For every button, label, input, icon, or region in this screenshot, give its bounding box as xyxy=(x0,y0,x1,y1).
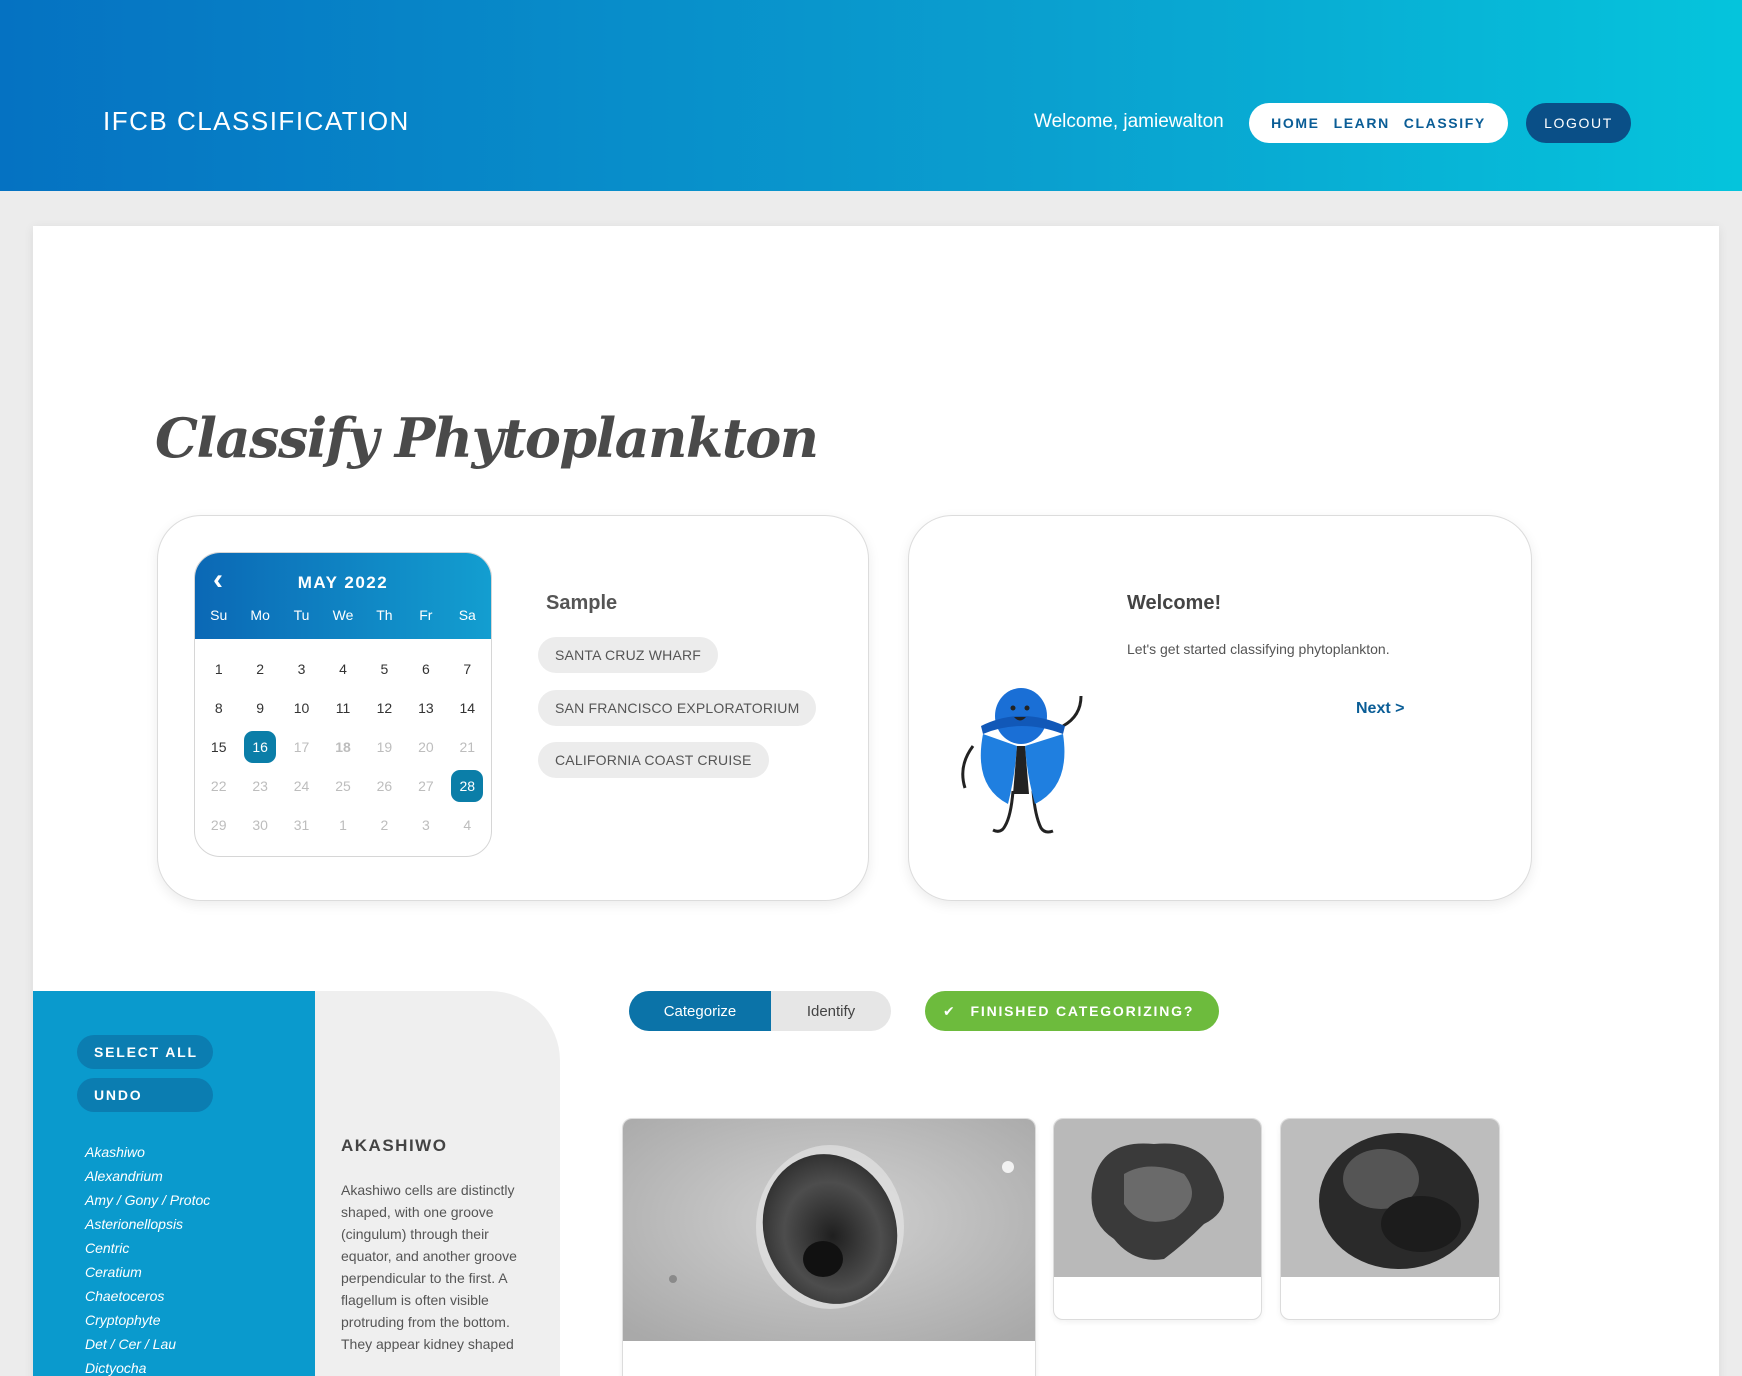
welcome-user-text: Welcome, jamiewalton xyxy=(1034,111,1224,132)
taxon-description-panel: AKASHIWO Akashiwo cells are distinctly s… xyxy=(315,991,560,1376)
calendar-day[interactable]: 7 xyxy=(447,653,488,685)
plankton-image xyxy=(1054,1119,1261,1277)
nav-learn[interactable]: LEARN xyxy=(1334,115,1390,131)
taxa-list: Akashiwo Alexandrium Amy / Gony / Protoc… xyxy=(85,1141,210,1376)
calendar-day[interactable]: 31 xyxy=(281,809,322,841)
sample-picker-panel: ‹ MAY 2022 Su Mo Tu We Th Fr Sa 12345678… xyxy=(157,515,869,901)
selected-day: 16 xyxy=(244,731,277,763)
weekday-label: Sa xyxy=(458,607,476,623)
nav-home[interactable]: HOME xyxy=(1271,115,1319,131)
calendar-day[interactable]: 9 xyxy=(239,692,280,724)
calendar: ‹ MAY 2022 Su Mo Tu We Th Fr Sa 12345678… xyxy=(194,552,492,857)
calendar-day[interactable]: 2 xyxy=(239,653,280,685)
weekday-label: Th xyxy=(376,607,393,623)
calendar-day[interactable]: 4 xyxy=(322,653,363,685)
selected-day: 28 xyxy=(451,770,484,802)
finished-categorizing-button[interactable]: ✔ FINISHED CATEGORIZING? xyxy=(925,991,1219,1031)
calendar-day[interactable]: 1 xyxy=(322,809,363,841)
calendar-day[interactable]: 22 xyxy=(198,770,239,802)
plankton-image xyxy=(1281,1119,1499,1277)
plankton-image-tile[interactable] xyxy=(1280,1118,1500,1320)
calendar-day[interactable]: 4 xyxy=(447,809,488,841)
taxa-item[interactable]: Asterionellopsis xyxy=(85,1213,210,1237)
main-content: Classify Phytoplankton ‹ MAY 2022 Su Mo … xyxy=(33,226,1719,1376)
plankton-mascot-illustration xyxy=(961,688,1083,834)
taxa-item[interactable]: Dictyocha xyxy=(85,1357,210,1376)
calendar-day[interactable]: 13 xyxy=(405,692,446,724)
calendar-day[interactable]: 14 xyxy=(447,692,488,724)
welcome-title: Welcome! xyxy=(1127,592,1222,614)
calendar-day[interactable]: 3 xyxy=(405,809,446,841)
calendar-day[interactable]: 8 xyxy=(198,692,239,724)
plankton-image-tile[interactable] xyxy=(622,1118,1036,1376)
calendar-days: 1 2 3 4 5 6 7 8 9 10 11 12 13 14 15 16 17 18 19 20 21 22 23 24 2… xyxy=(195,653,491,841)
calendar-day[interactable]: 18 xyxy=(322,731,363,763)
taxa-item[interactable]: Amy / Gony / Protoc xyxy=(85,1189,210,1213)
calendar-day[interactable]: 21 xyxy=(447,731,488,763)
categorize-tab[interactable]: Categorize xyxy=(629,991,771,1031)
taxa-item[interactable]: Det / Cer / Lau xyxy=(85,1333,210,1357)
plankton-image-tile[interactable] xyxy=(1053,1118,1262,1320)
check-icon: ✔ xyxy=(943,1002,957,1019)
calendar-day[interactable]: 3 xyxy=(281,653,322,685)
calendar-day[interactable]: 11 xyxy=(322,692,363,724)
calendar-day[interactable]: 19 xyxy=(364,731,405,763)
sample-option-santa-cruz-wharf[interactable]: SANTA CRUZ WHARF xyxy=(538,637,719,673)
taxon-description: Akashiwo cells are distinctly shaped, wi… xyxy=(341,1182,517,1352)
taxon-title: AKASHIWO xyxy=(341,1136,448,1155)
next-link[interactable]: Next > xyxy=(1356,700,1404,718)
main-nav: HOME LEARN CLASSIFY xyxy=(1249,103,1508,143)
plankton-image xyxy=(623,1119,1035,1341)
page-title: Classify Phytoplankton xyxy=(155,406,819,470)
taxa-item[interactable]: Centric xyxy=(85,1237,210,1261)
sample-title: Sample xyxy=(546,592,618,614)
calendar-day[interactable]: 25 xyxy=(322,770,363,802)
sample-option-california-coast-cruise[interactable]: CALIFORNIA COAST CRUISE xyxy=(538,742,769,778)
undo-button[interactable]: UNDO xyxy=(77,1078,213,1112)
sample-option-sf-exploratorium[interactable]: SAN FRANCISCO EXPLORATORIUM xyxy=(538,690,817,726)
calendar-day[interactable]: 5 xyxy=(364,653,405,685)
taxa-item[interactable]: Alexandrium xyxy=(85,1165,210,1189)
calendar-day[interactable]: 28 xyxy=(447,770,488,802)
calendar-day[interactable]: 2 xyxy=(364,809,405,841)
logout-button[interactable]: LOGOUT xyxy=(1526,103,1631,143)
finished-label: FINISHED CATEGORIZING? xyxy=(970,1003,1195,1019)
taxa-item[interactable]: Chaetoceros xyxy=(85,1285,210,1309)
calendar-day[interactable]: 27 xyxy=(405,770,446,802)
taxa-item[interactable]: Ceratium xyxy=(85,1261,210,1285)
calendar-day[interactable]: 24 xyxy=(281,770,322,802)
identify-tab[interactable]: Identify xyxy=(771,991,891,1031)
calendar-month: MAY 2022 xyxy=(297,573,389,592)
select-all-button[interactable]: SELECT ALL xyxy=(77,1035,213,1069)
weekday-label: Tu xyxy=(293,607,310,623)
calendar-day[interactable]: 26 xyxy=(364,770,405,802)
calendar-day[interactable]: 17 xyxy=(281,731,322,763)
weekday-label: Fr xyxy=(419,607,433,623)
calendar-weekdays: Su Mo Tu We Th Fr Sa xyxy=(195,607,491,623)
calendar-day[interactable]: 10 xyxy=(281,692,322,724)
taxa-item[interactable]: Akashiwo xyxy=(85,1141,210,1165)
app-brand[interactable]: IFCB CLASSIFICATION xyxy=(103,106,410,137)
calendar-day[interactable]: 20 xyxy=(405,731,446,763)
calendar-day[interactable]: 29 xyxy=(198,809,239,841)
welcome-panel: Welcome! Let's get started classifying p… xyxy=(908,515,1532,901)
calendar-day[interactable]: 6 xyxy=(405,653,446,685)
weekday-label: Mo xyxy=(250,607,270,623)
calendar-day[interactable]: 23 xyxy=(239,770,280,802)
weekday-label: Su xyxy=(210,607,228,623)
calendar-day[interactable]: 1 xyxy=(198,653,239,685)
mode-toggle: Categorize Identify xyxy=(629,991,891,1031)
calendar-day[interactable]: 12 xyxy=(364,692,405,724)
weekday-label: We xyxy=(332,607,354,623)
calendar-day[interactable]: 15 xyxy=(198,731,239,763)
nav-classify[interactable]: CLASSIFY xyxy=(1404,115,1486,131)
calendar-header: ‹ MAY 2022 Su Mo Tu We Th Fr Sa xyxy=(195,553,491,639)
calendar-day[interactable]: 16 xyxy=(239,731,280,763)
top-header: IFCB CLASSIFICATION Welcome, jamiewalton… xyxy=(0,0,1742,191)
taxa-sidebar: SELECT ALL UNDO Akashiwo Alexandrium Amy… xyxy=(33,991,315,1376)
calendar-day[interactable]: 30 xyxy=(239,809,280,841)
taxa-item[interactable]: Cryptophyte xyxy=(85,1309,210,1333)
welcome-message: Let's get started classifying phytoplank… xyxy=(1127,641,1390,657)
